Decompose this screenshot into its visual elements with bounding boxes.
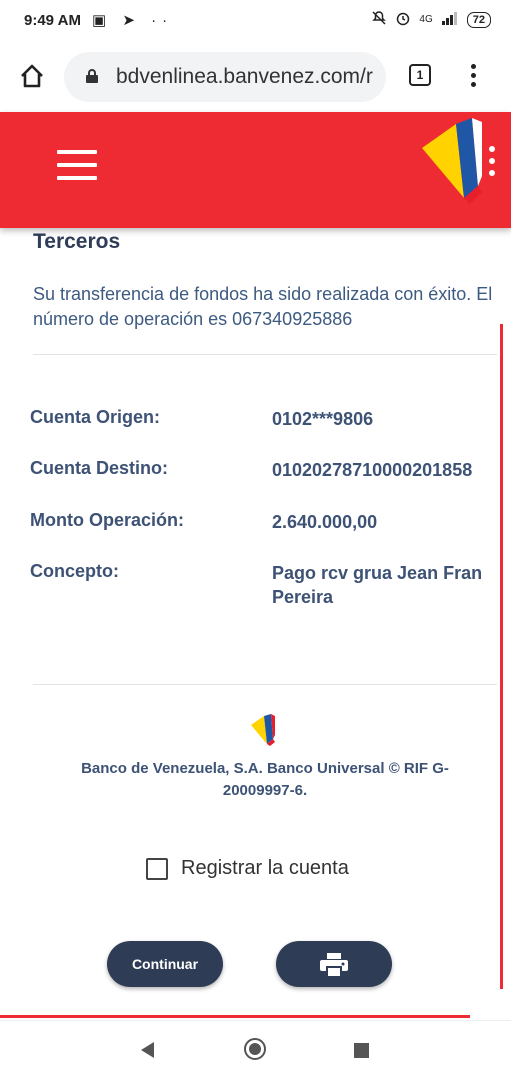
print-button[interactable] [276,941,392,987]
notification-icons: ▣ ➤ ·· [92,12,174,29]
system-nav-bar [0,1020,511,1081]
browser-menu-icon[interactable] [466,64,480,90]
header-menu-icon[interactable] [489,146,497,182]
bottom-accent-line [0,1015,470,1018]
home-circle-icon[interactable] [244,1038,266,1060]
alarm-icon [395,10,411,29]
status-right-group: 4G 72 [371,10,491,29]
main-content: Terceros Su transferencia de fondos ha s… [0,228,511,1018]
register-account-row[interactable]: Registrar la cuenta [146,857,349,880]
mute-icon [371,10,387,29]
detail-label: Monto Operación: [30,510,184,530]
home-icon[interactable] [18,62,46,90]
status-time: 9:49 AM [24,12,81,29]
page-title: Terceros [33,230,121,253]
browser-toolbar: bdvenlinea.banvenez.com/r 1 [0,40,511,112]
lock-icon [86,69,98,83]
detail-label: Cuenta Origen: [30,407,161,427]
confirmation-message: Su transferencia de fondos ha sido reali… [33,284,493,329]
detail-label: Cuenta Destino: [30,458,169,478]
detail-value: Pago rcv grua Jean Fran [272,563,483,583]
register-account-checkbox[interactable] [146,857,168,880]
hamburger-menu-icon[interactable] [57,150,97,188]
divider [33,684,497,685]
url-text: bdvenlinea.banvenez.com/r [116,65,373,88]
register-account-label: Registrar la cuenta [181,857,349,879]
detail-value: 0102***9806 [272,409,374,429]
tab-switcher-button[interactable]: 1 [409,64,431,86]
back-icon[interactable] [141,1042,154,1058]
scrollbar[interactable] [500,324,503,989]
detail-label: Concepto: [30,561,119,581]
bank-logo [422,118,482,204]
footer-legal-text: Banco de Venezuela, S.A. Banco Universal… [81,760,449,799]
signal-icon [441,11,459,28]
footer-logo [251,714,275,746]
address-bar[interactable]: bdvenlinea.banvenez.com/r [64,52,386,102]
detail-value-continued: Pereira [272,587,334,607]
recent-apps-icon[interactable] [354,1043,369,1058]
battery-icon: 72 [466,11,491,28]
network-type: 4G [419,14,433,25]
status-bar: 9:49 AM ▣ ➤ ·· 4G 72 [0,0,511,40]
continue-button[interactable]: Continuar [107,941,223,987]
detail-value: 01020278710000201858 [272,460,473,480]
print-icon [320,953,348,977]
app-header [0,112,511,228]
detail-value: 2.640.000,00 [272,512,378,532]
divider [33,354,497,355]
